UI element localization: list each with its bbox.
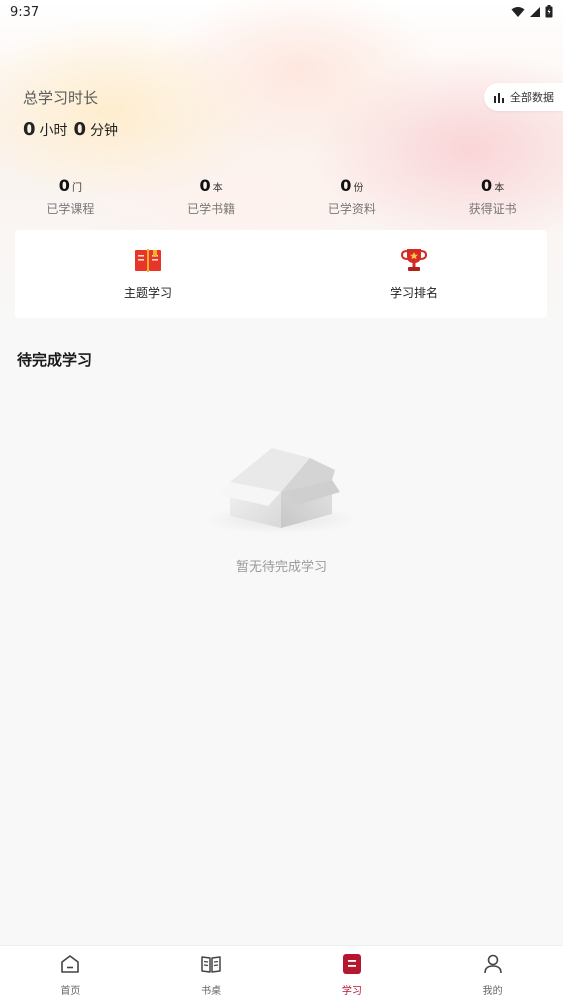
stat-value: 0 [199, 176, 211, 195]
hours-unit: 小时 [39, 123, 68, 139]
stat-unit: 本 [494, 183, 505, 194]
bar-chart-icon [494, 88, 505, 107]
total-study-time-label: 总学习时长 [23, 89, 99, 107]
tab-mine-label: 我的 [482, 986, 503, 997]
tab-study[interactable]: 学习 [282, 946, 423, 1001]
total-study-time-value: 0 小时 0 分钟 [23, 119, 120, 140]
stat-label: 已学书籍 [187, 202, 236, 216]
user-icon [482, 953, 504, 979]
empty-state-text: 暂无待完成学习 [235, 560, 327, 575]
open-book-icon [200, 953, 222, 979]
signal-icon [529, 3, 541, 22]
tab-desk[interactable]: 书桌 [141, 946, 282, 1001]
book-icon [134, 246, 162, 278]
empty-box-illustration [200, 440, 363, 540]
status-icons [511, 3, 553, 22]
status-time: 9:37 [10, 4, 40, 20]
stat-certificates: 0本 获得证书 [422, 176, 563, 220]
stat-books: 0本 已学书籍 [141, 176, 282, 220]
study-icon [341, 953, 363, 979]
stat-value: 0 [340, 176, 352, 195]
status-bar: 9:37 [0, 0, 563, 24]
battery-icon [545, 3, 553, 22]
stats-row: 0门 已学课程 0本 已学书籍 0份 已学资料 0本 获得证书 [0, 176, 563, 220]
trophy-icon [400, 246, 428, 278]
theme-study-button[interactable]: 主题学习 [15, 230, 281, 318]
all-data-button[interactable]: 全部数据 [484, 83, 563, 111]
stat-label: 已学课程 [46, 202, 95, 216]
stat-unit: 份 [353, 183, 364, 194]
tab-mine[interactable]: 我的 [422, 946, 563, 1001]
tab-study-label: 学习 [341, 986, 362, 997]
home-icon [59, 953, 81, 979]
minutes-unit: 分钟 [90, 123, 119, 139]
hours-value: 0 [23, 119, 36, 140]
stat-label: 已学资料 [327, 202, 376, 216]
bottom-tab-bar: 首页 书桌 学习 我的 [0, 945, 563, 1001]
tab-desk-label: 书桌 [201, 986, 222, 997]
study-ranking-button[interactable]: 学习排名 [281, 230, 547, 318]
stat-value: 0 [58, 176, 70, 195]
stat-courses: 0门 已学课程 [0, 176, 141, 220]
study-ranking-label: 学习排名 [389, 286, 438, 300]
tab-home[interactable]: 首页 [0, 946, 141, 1001]
wifi-icon [511, 3, 525, 22]
stat-unit: 门 [71, 183, 82, 194]
pending-study-title: 待完成学习 [17, 351, 93, 369]
stat-value: 0 [481, 176, 493, 195]
stat-unit: 本 [212, 183, 223, 194]
quick-actions-card: 主题学习 学习排名 [15, 230, 547, 318]
stat-materials: 0份 已学资料 [282, 176, 423, 220]
theme-study-label: 主题学习 [123, 286, 172, 300]
tab-home-label: 首页 [60, 986, 81, 997]
all-data-label: 全部数据 [510, 91, 554, 104]
minutes-value: 0 [73, 119, 87, 140]
stat-label: 获得证书 [468, 202, 517, 216]
